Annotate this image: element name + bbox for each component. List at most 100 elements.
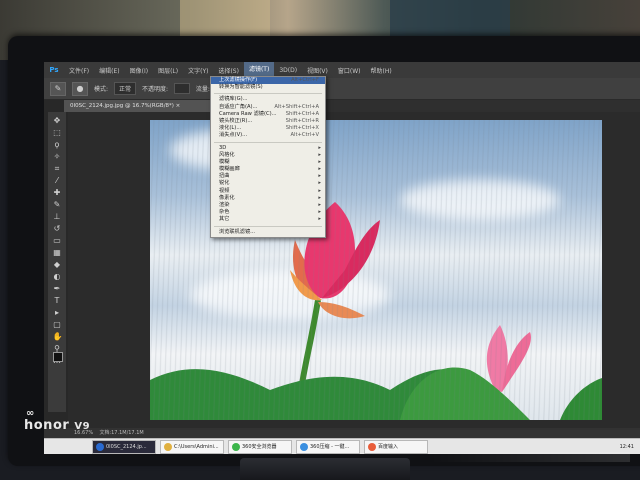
rings-icon: ∞ — [26, 408, 35, 419]
type-tool-icon[interactable]: T — [53, 296, 62, 305]
filter-menu-shortcut: Shift+Ctrl+A — [285, 110, 319, 117]
filter-menu-item[interactable]: 其它 ▸ — [211, 216, 325, 223]
submenu-arrow-icon: ▸ — [318, 216, 321, 223]
camera-watermark: ∞ honor V9 — [24, 408, 91, 433]
menu-separator — [214, 93, 322, 95]
filter-menu-item-label: 上次滤镜操作(F) — [219, 77, 258, 83]
taskbar-button-label: C:\Users\Admini... — [174, 443, 219, 450]
filter-menu-item[interactable]: 风格化 ▸ — [211, 152, 325, 159]
menu-item[interactable]: 文件(F) — [64, 66, 94, 75]
filter-menu-item[interactable]: Camera Raw 滤镜(C)... Shift+Ctrl+A — [211, 111, 325, 118]
brush-tool-icon[interactable]: ✎ — [53, 200, 62, 209]
mode-select[interactable]: 正常 — [114, 82, 137, 95]
lasso-tool-icon[interactable]: ϙ — [53, 140, 62, 149]
blur-tool-icon[interactable]: ◆ — [53, 260, 62, 269]
filter-menu-item-label: 镜头校正(R)... — [219, 117, 253, 124]
monitor-screen: Ps 文件(F) 编辑(E) 图像(I) 图层(L) 文字(Y) 选择(S) 滤镜(T) 3D… — [44, 62, 640, 454]
eyedropper-tool-icon[interactable]: ⁄ — [53, 176, 62, 185]
filter-menu-item-label: 转换为智能滤镜(S) — [219, 84, 263, 91]
submenu-arrow-icon: ▸ — [318, 166, 321, 173]
filter-menu-item[interactable]: 浏览联机滤镜... — [211, 229, 325, 236]
history-brush-icon[interactable]: ↺ — [53, 224, 62, 233]
filter-menu-item[interactable]: 转换为智能滤镜(S) — [211, 84, 325, 91]
filter-menu-item[interactable]: 3D ▸ — [211, 145, 325, 152]
filter-menu-item-label: 像素化 — [219, 194, 235, 201]
filter-menu-item[interactable]: 自适应广角(A)... Alt+Shift+Ctrl+A — [211, 104, 325, 111]
opacity-field[interactable] — [174, 83, 190, 94]
move-tool-icon[interactable]: ✥ — [53, 116, 62, 125]
taskbar-button[interactable]: C:\Users\Admini... — [160, 439, 224, 454]
tools-panel: ✥ ⬚ ϙ ✧ ⌗ ⁄ ✚ ✎ ⊥ ↺ ▭ ▦ ◆ ◐ ✒ T ▸ ▢ ✋ ⚲ … — [48, 112, 66, 412]
menu-item[interactable]: 文字(Y) — [183, 66, 213, 75]
filter-menu-item[interactable]: 锐化 ▸ — [211, 180, 325, 187]
options-bar: ✎ ● 模式: 正常 不透明度: 流量: — [44, 78, 640, 100]
filter-menu-item-label: 扭曲 — [219, 173, 230, 180]
submenu-arrow-icon: ▸ — [318, 180, 321, 187]
opacity-label: 不透明度: — [142, 86, 169, 93]
app-icon — [368, 442, 376, 451]
eraser-tool-icon[interactable]: ▭ — [53, 236, 62, 245]
crop-tool-icon[interactable]: ⌗ — [53, 164, 62, 173]
submenu-arrow-icon: ▸ — [318, 144, 321, 151]
app-icon — [164, 442, 172, 451]
status-bar: 16.67% 文档:17.1M/17.1M — [44, 428, 640, 438]
menu-item[interactable]: 3D(D) — [274, 67, 302, 74]
app-icon — [232, 442, 240, 451]
pen-tool-icon[interactable]: ✒ — [53, 284, 62, 293]
taskbar-button[interactable]: 百度输入 — [364, 439, 428, 454]
submenu-arrow-icon: ▸ — [318, 173, 321, 180]
taskbar-button[interactable]: 360压缩 - 一键... — [296, 439, 360, 454]
filter-menu-item[interactable]: 像素化 ▸ — [211, 195, 325, 202]
app-icon — [300, 442, 308, 451]
background-shelf — [390, 0, 510, 38]
filter-menu-item-label: 杂色 — [219, 209, 230, 216]
taskbar-button[interactable]: 0I0SC_2124.jp... — [92, 439, 156, 454]
healing-tool-icon[interactable]: ✚ — [53, 188, 62, 197]
watermark-model: V9 — [74, 421, 91, 432]
monitor-stand — [240, 458, 410, 480]
filter-menu-item-label: 锐化 — [219, 180, 230, 187]
filter-menu-item-label: 浏览联机滤镜... — [219, 228, 256, 235]
dodge-tool-icon[interactable]: ◐ — [53, 272, 62, 281]
gradient-tool-icon[interactable]: ▦ — [53, 248, 62, 257]
submenu-arrow-icon: ▸ — [318, 194, 321, 201]
menu-item[interactable]: 视图(V) — [302, 66, 333, 75]
filter-menu-item-label: 渲染 — [219, 202, 230, 208]
filter-menu-item-label: Camera Raw 滤镜(C)... — [219, 110, 277, 117]
background-object — [180, 0, 270, 40]
filter-menu-shortcut: Alt+Shift+Ctrl+A — [274, 103, 319, 110]
brush-tool-icon[interactable]: ✎ — [50, 81, 66, 96]
foreground-color-swatch[interactable] — [53, 352, 63, 362]
brush-preset-icon[interactable]: ● — [72, 81, 88, 96]
hand-tool-icon[interactable]: ✋ — [53, 332, 63, 341]
menu-item[interactable]: 图像(I) — [125, 66, 153, 75]
filter-menu-item-label: 自适应广角(A)... — [219, 103, 258, 110]
taskbar-button[interactable]: 360安全浏览器 — [228, 439, 292, 454]
filter-menu-item[interactable]: 模糊 ▸ — [211, 159, 325, 166]
menu-item[interactable]: 选择(S) — [213, 66, 244, 75]
quick-select-tool-icon[interactable]: ✧ — [53, 152, 62, 161]
menu-bar: Ps 文件(F) 编辑(E) 图像(I) 图层(L) 文字(Y) 选择(S) 滤镜(T) 3D… — [44, 62, 640, 78]
path-select-icon[interactable]: ▸ — [53, 308, 62, 317]
stamp-tool-icon[interactable]: ⊥ — [53, 212, 62, 221]
filter-menu-item-label: 液化(L)... — [219, 125, 242, 132]
menu-separator — [214, 225, 322, 227]
filter-menu-item-label: 滤镜库(G)... — [219, 96, 248, 103]
taskbar-button-label: 百度输入 — [378, 444, 399, 450]
menu-item[interactable]: 帮助(H) — [366, 66, 397, 75]
taskbar-button-label: 0I0SC_2124.jp... — [106, 443, 147, 450]
menu-separator — [214, 141, 322, 143]
filter-menu-item[interactable]: 滤镜库(G)... — [211, 96, 325, 103]
filter-menu-item[interactable]: 消失点(V)... Alt+Ctrl+V — [211, 132, 325, 139]
menu-item[interactable]: 窗口(W) — [333, 66, 366, 75]
filter-menu-dropdown: 上次滤镜操作(F) Alt+Ctrl+F 转换为智能滤镜(S) 滤镜库(G)... 自适… — [210, 76, 326, 238]
submenu-arrow-icon: ▸ — [318, 187, 321, 194]
menu-item[interactable]: 编辑(E) — [94, 66, 124, 75]
marquee-tool-icon[interactable]: ⬚ — [53, 128, 62, 137]
filter-menu-shortcut: Shift+Ctrl+R — [285, 117, 319, 124]
shape-tool-icon[interactable]: ▢ — [53, 320, 62, 329]
document-tab[interactable]: 0I0SC_2124.jpg.jpg @ 16.7%(RGB/8*) × — [64, 100, 214, 112]
submenu-arrow-icon: ▸ — [318, 158, 321, 165]
filter-menu-item[interactable]: 视频 ▸ — [211, 188, 325, 195]
menu-item[interactable]: 图层(L) — [153, 66, 183, 75]
